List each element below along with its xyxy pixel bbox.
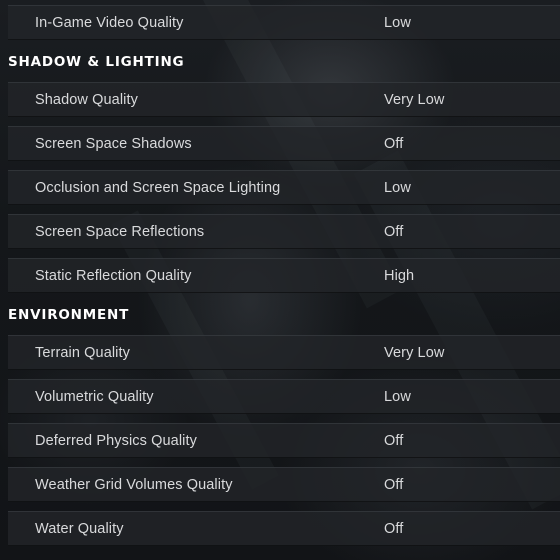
setting-row-in-game-video-quality[interactable]: In-Game Video Quality Low <box>8 5 560 40</box>
setting-value[interactable]: Off <box>384 512 403 547</box>
setting-value[interactable]: Off <box>384 468 403 503</box>
setting-row-screen-space-reflections[interactable]: Screen Space Reflections Off <box>8 214 560 249</box>
settings-list: In-Game Video Quality Low SHADOW & LIGHT… <box>0 0 560 560</box>
section-header-shadow-lighting: SHADOW & LIGHTING <box>8 54 185 70</box>
setting-value[interactable]: Very Low <box>384 336 444 371</box>
setting-row-static-reflection-quality[interactable]: Static Reflection Quality High <box>8 258 560 293</box>
setting-label: Volumetric Quality <box>35 389 154 405</box>
setting-label: Water Quality <box>35 521 124 537</box>
setting-value[interactable]: Low <box>384 6 411 41</box>
setting-label: Deferred Physics Quality <box>35 433 197 449</box>
setting-row-screen-space-shadows[interactable]: Screen Space Shadows Off <box>8 126 560 161</box>
setting-row-terrain-quality[interactable]: Terrain Quality Very Low <box>8 335 560 370</box>
setting-value[interactable]: Off <box>384 127 403 162</box>
setting-value[interactable]: Low <box>384 171 411 206</box>
setting-row-deferred-physics-quality[interactable]: Deferred Physics Quality Off <box>8 423 560 458</box>
setting-value[interactable]: Low <box>384 380 411 415</box>
setting-row-water-quality[interactable]: Water Quality Off <box>8 511 560 546</box>
setting-row-volumetric-quality[interactable]: Volumetric Quality Low <box>8 379 560 414</box>
setting-label: Screen Space Shadows <box>35 136 192 152</box>
setting-label: In-Game Video Quality <box>35 15 184 31</box>
section-header-environment: ENVIRONMENT <box>8 307 130 323</box>
setting-label: Terrain Quality <box>35 345 130 361</box>
setting-label: Shadow Quality <box>35 92 138 108</box>
setting-label: Occlusion and Screen Space Lighting <box>35 180 281 196</box>
setting-label: Static Reflection Quality <box>35 268 192 284</box>
setting-value[interactable]: Very Low <box>384 83 444 118</box>
setting-label: Screen Space Reflections <box>35 224 205 240</box>
setting-row-occlusion-screen-space-lighting[interactable]: Occlusion and Screen Space Lighting Low <box>8 170 560 205</box>
setting-value[interactable]: Off <box>384 424 403 459</box>
setting-value[interactable]: High <box>384 259 414 294</box>
setting-label: Weather Grid Volumes Quality <box>35 477 233 493</box>
setting-value[interactable]: Off <box>384 215 403 250</box>
setting-row-shadow-quality[interactable]: Shadow Quality Very Low <box>8 82 560 117</box>
setting-row-weather-grid-volumes-quality[interactable]: Weather Grid Volumes Quality Off <box>8 467 560 502</box>
